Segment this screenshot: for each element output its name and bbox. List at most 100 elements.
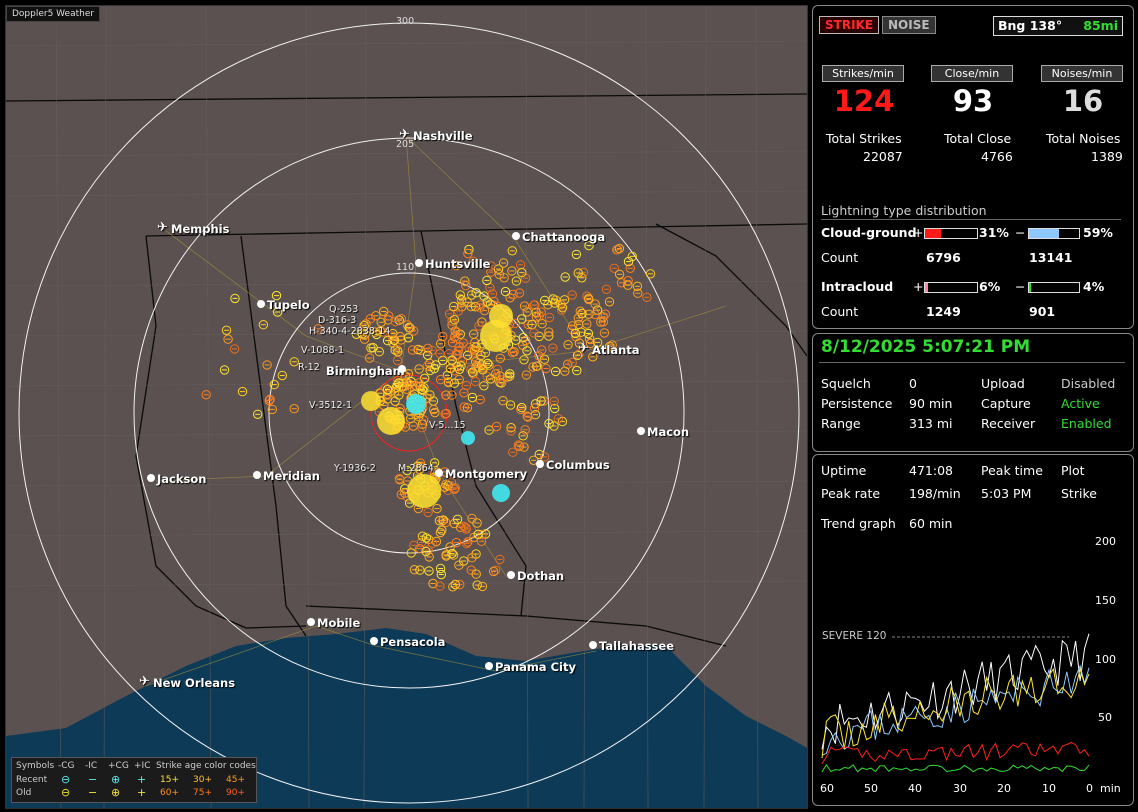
airport-icon: ✈ (139, 674, 150, 689)
storm-cell-label[interactable]: H-340-4-2838-14 (309, 326, 390, 337)
strike-tab[interactable]: STRIKE (819, 16, 880, 34)
distance-value: 85mi (1083, 18, 1118, 33)
city-label: Montgomery (445, 467, 528, 481)
x-tick-0: 0 (1086, 782, 1093, 795)
ic-negative-bar (1028, 282, 1080, 293)
ic-positive-bar (924, 282, 978, 293)
age-15: 15+ (160, 775, 179, 785)
city-dot (637, 427, 645, 435)
x-tick-50: 50 (864, 782, 878, 795)
cg-positive-bar (924, 228, 978, 239)
strike-cluster (377, 407, 405, 435)
strike-cluster (407, 474, 441, 508)
plus-icon: + (137, 773, 147, 786)
city-label: Atlanta (592, 343, 640, 357)
recent-strike-cluster (461, 431, 475, 445)
storm-cell-label[interactable]: D-316-3 (318, 315, 356, 326)
lightning-map[interactable]: Doppler5 Weather 300 205 110 ✈ Nashville… (5, 5, 808, 809)
age-90: 90+ (226, 788, 245, 798)
trend-line (821, 741, 1090, 764)
plot-value[interactable]: Strike (1061, 486, 1097, 501)
city-dot (398, 365, 406, 373)
plus-icon: + (137, 786, 147, 799)
uptime-label: Uptime (821, 463, 867, 478)
recent-strike-cluster (406, 394, 426, 414)
storm-cell-label[interactable]: R-12 (298, 362, 320, 373)
storm-cell-label[interactable]: Y-1936-2 (334, 463, 376, 474)
city-label: Pensacola (380, 635, 446, 649)
close-min-header: Close/min (931, 65, 1013, 82)
x-tick-30: 30 (953, 782, 967, 795)
storm-cell-label[interactable]: M-2864 (398, 463, 434, 474)
plot-label: Plot (1061, 463, 1085, 478)
noises-min-value: 16 (1062, 84, 1104, 118)
city-dot (536, 460, 544, 468)
ic-plus-sign: + (913, 279, 924, 294)
range-label-300: 300 (396, 16, 415, 27)
peak-time-label: Peak time (981, 463, 1043, 478)
ic-count-label: Count (821, 304, 859, 319)
city-label: Jackson (157, 472, 207, 486)
y-tick-100: 100 (1095, 653, 1116, 666)
y-tick-50: 50 (1098, 711, 1112, 724)
city-dot (370, 637, 378, 645)
city-label: Birmingham (326, 364, 405, 378)
city-label: Chattanooga (522, 230, 606, 244)
minus-circle-icon: ⊖ (61, 786, 71, 799)
symbol-legend: Symbols -CG -IC +CG +IC Strike age color… (11, 757, 257, 803)
recent-strike-cluster (492, 484, 510, 502)
strike-cluster (489, 304, 513, 328)
capture-label: Capture (981, 396, 1031, 411)
cg-minus-sign: − (1015, 225, 1026, 240)
city-label: Columbus (546, 458, 610, 472)
total-close-value: 4766 (981, 149, 1013, 164)
city-label: New Orleans (153, 676, 236, 690)
upload-label: Upload (981, 376, 1025, 391)
strike-symbols (201, 240, 656, 592)
city-label: Meridian (263, 469, 320, 483)
y-tick-200: 200 (1095, 535, 1116, 548)
legend-recent-label: Recent (16, 775, 48, 785)
distribution-divider (821, 219, 1121, 220)
legend-neg-ic-header: -IC (85, 761, 98, 771)
city-dot (307, 618, 315, 626)
strikes-min-value: 124 (833, 84, 895, 118)
airport-icon: ✈ (578, 341, 589, 356)
storm-cell-label[interactable]: V-3512-1 (309, 400, 352, 411)
datetime-display: 8/12/2025 5:07:21 PM (821, 337, 1031, 357)
x-tick-10: 10 (1042, 782, 1056, 795)
age-30: 30+ (193, 775, 212, 785)
upload-value[interactable]: Disabled (1061, 376, 1115, 391)
strike-cluster (361, 391, 381, 411)
cg-count-label: Count (821, 250, 859, 265)
storm-cell-label[interactable]: Q-253 (329, 304, 358, 315)
total-noises-value: 1389 (1091, 149, 1123, 164)
strike-stats-panel: STRIKE NOISE Bng 138° 85mi Strikes/min C… (812, 5, 1134, 329)
receiver-label: Receiver (981, 416, 1036, 431)
ic-negative-pct: 4% (1083, 279, 1105, 294)
noise-tab[interactable]: NOISE (882, 16, 936, 34)
persistence-label: Persistence (821, 396, 893, 411)
receiver-value[interactable]: Enabled (1061, 416, 1112, 431)
storm-cell-label[interactable]: V-5...15 (429, 420, 466, 431)
legend-pos-ic-header: +IC (134, 761, 151, 771)
city-label: Mobile (317, 616, 361, 630)
city-label: Dothan (517, 569, 565, 583)
storm-cell-label[interactable]: V-1088-1 (301, 345, 344, 356)
cg-positive-count: 6796 (926, 250, 961, 265)
trend-graph-value[interactable]: 60 min (909, 516, 952, 531)
squelch-value: 0 (909, 376, 917, 391)
datetime-divider (819, 362, 1125, 363)
airport-icon: ✈ (157, 220, 168, 235)
total-strikes-label: Total Strikes (826, 131, 902, 146)
cg-plus-sign: + (913, 225, 924, 240)
ic-positive-count: 1249 (926, 304, 961, 319)
airport-icon: ✈ (399, 127, 410, 142)
trend-lines (821, 633, 1090, 773)
cloud-ground-label: Cloud-ground (821, 225, 917, 240)
city-dot (147, 474, 155, 482)
minus-icon: − (88, 786, 98, 799)
x-tick-60: 60 (820, 782, 834, 795)
minus-circle-icon: ⊖ (61, 773, 71, 786)
capture-value[interactable]: Active (1061, 396, 1100, 411)
